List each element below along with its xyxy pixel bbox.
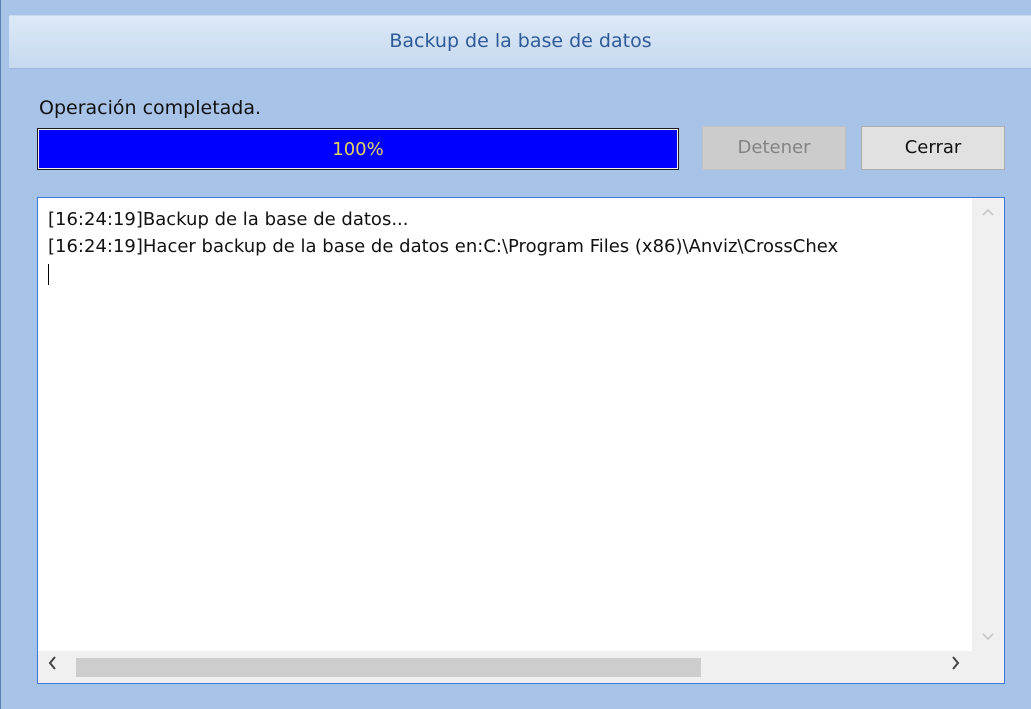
log-line: [16:24:19]Hacer backup de la base de dat… [48,236,839,257]
vertical-scrollbar[interactable] [972,198,1004,651]
log-line: [16:24:19]Backup de la base de datos... [48,209,409,230]
window-title: Backup de la base de datos [389,30,652,52]
chevron-right-icon[interactable] [951,654,960,675]
close-button[interactable]: Cerrar [861,126,1005,170]
horizontal-scroll-thumb[interactable] [76,658,701,677]
chevron-left-icon[interactable] [48,654,57,675]
progress-bar: 100% [37,128,679,170]
status-label: Operación completada. [39,97,262,119]
title-bar: Backup de la base de datos [9,15,1031,69]
backup-dialog: Backup de la base de datos Operación com… [0,0,1031,709]
scroll-corner [972,651,1004,683]
chevron-down-icon[interactable] [972,629,1004,645]
chevron-up-icon[interactable] [972,204,1004,220]
log-textarea[interactable]: [16:24:19]Backup de la base de datos... … [37,197,1005,684]
stop-button[interactable]: Detener [702,126,846,170]
log-lines: [16:24:19]Backup de la base de datos... … [48,206,838,287]
progress-percent: 100% [332,139,384,160]
horizontal-scrollbar[interactable] [38,651,972,683]
text-caret [48,260,838,287]
